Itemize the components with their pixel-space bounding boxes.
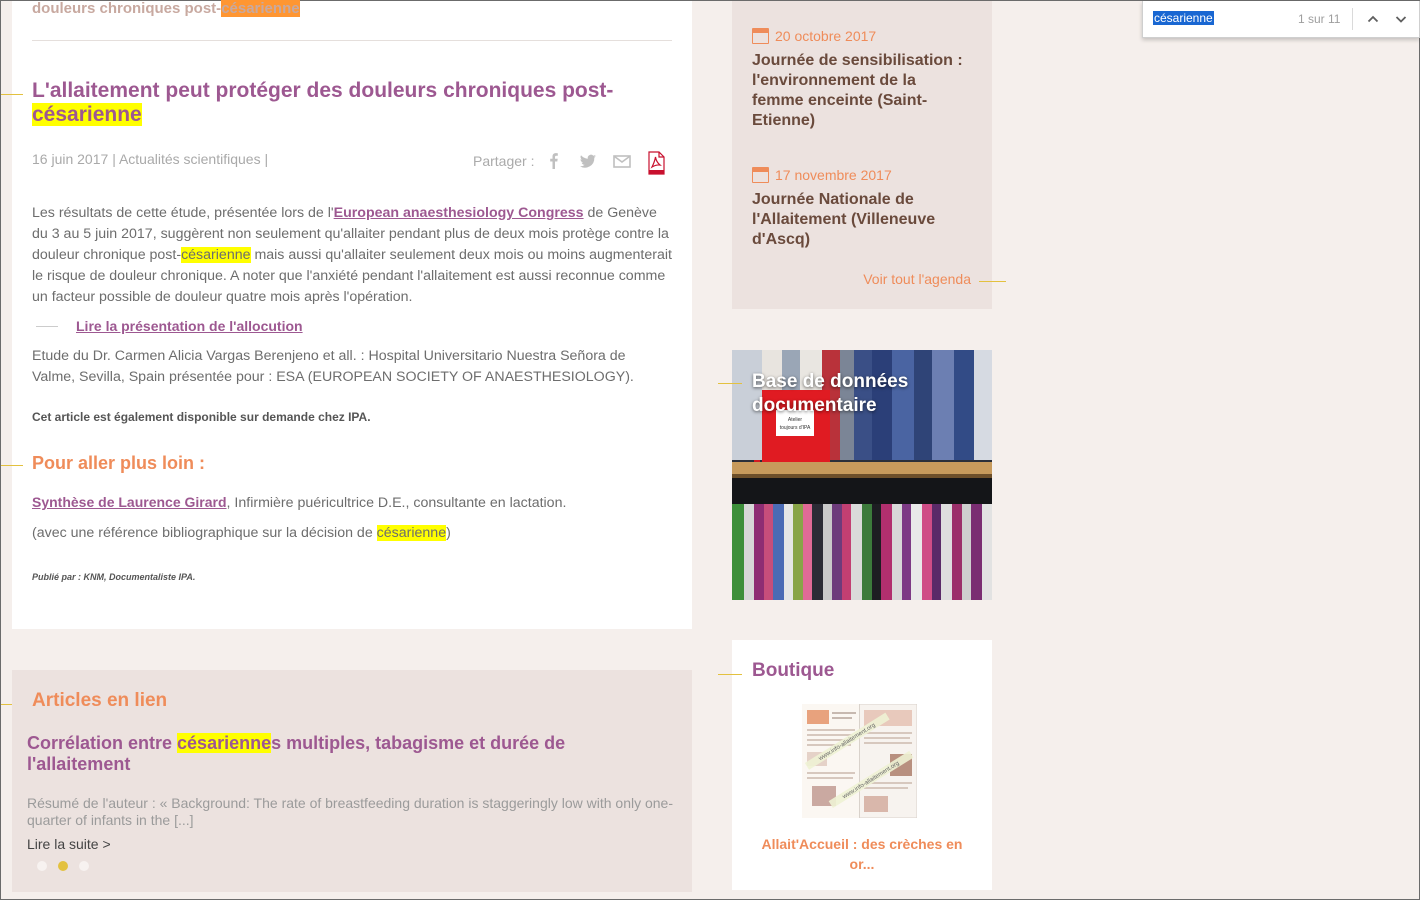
carousel-dot[interactable] bbox=[37, 861, 47, 871]
article-title: L'allaitement peut protéger des douleurs… bbox=[32, 79, 652, 127]
share-bar: Partager : bbox=[473, 151, 666, 175]
search-match: césarienne bbox=[181, 247, 251, 263]
product-name-link[interactable]: Allait'Accueil : des crèches en or... bbox=[752, 834, 972, 874]
read-link-row: Lire la présentation de l'allocution bbox=[36, 318, 303, 334]
related-title-text: Corrélation entre bbox=[27, 733, 178, 753]
meta-separator: | bbox=[112, 151, 116, 167]
related-excerpt: Résumé de l'auteur : « Background: The r… bbox=[27, 795, 674, 828]
article-body: Les résultats de cette étude, présentée … bbox=[32, 203, 672, 308]
article-date: 16 juin 2017 bbox=[32, 151, 109, 167]
author-credit: Publié par : KNM, Documentaliste IPA. bbox=[32, 572, 196, 582]
related-articles: Articles en lien Corrélation entre césar… bbox=[12, 670, 692, 892]
calendar-icon bbox=[752, 167, 769, 183]
synthesis-link[interactable]: Synthèse de Laurence Girard bbox=[32, 494, 227, 510]
boutique-panel: Boutique www.info-allaitement.org www.in… bbox=[732, 640, 992, 890]
heading-accent-line bbox=[718, 383, 742, 384]
reference-text: ) bbox=[446, 525, 451, 541]
agenda-panel: 20 octobre 2017 Journée de sensibilisati… bbox=[732, 1, 992, 309]
synthesis-line: Synthèse de Laurence Girard, Infirmière … bbox=[32, 494, 566, 511]
read-more-link[interactable]: Lire la suite > bbox=[27, 836, 111, 852]
database-title: Base de données documentaire bbox=[752, 371, 909, 416]
divider bbox=[1352, 8, 1353, 30]
reference-line: (avec une référence bibliographique sur … bbox=[32, 525, 451, 541]
chevron-down-icon[interactable] bbox=[1391, 9, 1411, 29]
previous-title: douleurs chroniques post-césarienne bbox=[32, 0, 300, 17]
search-match: césarienne bbox=[32, 103, 142, 126]
read-presentation-link[interactable]: Lire la présentation de l'allocution bbox=[76, 318, 303, 334]
heading-accent-line bbox=[1, 465, 23, 466]
twitter-icon[interactable] bbox=[578, 151, 598, 171]
body-text: Les résultats de cette étude, présentée … bbox=[32, 205, 334, 221]
congress-link[interactable]: European anaesthesiology Congress bbox=[334, 205, 584, 221]
calendar-icon bbox=[752, 28, 769, 44]
event-title[interactable]: Journée Nationale de l'Allaitement (Vill… bbox=[752, 190, 967, 250]
all-agenda-link[interactable]: Voir tout l'agenda bbox=[863, 271, 971, 287]
find-query: césarienne bbox=[1153, 11, 1214, 25]
related-heading: Articles en lien bbox=[32, 690, 168, 711]
title-accent-line bbox=[1, 94, 23, 95]
event-title[interactable]: Journée de sensibilisation : l'environne… bbox=[752, 51, 967, 131]
event-date: 20 octobre 2017 bbox=[775, 28, 877, 44]
carousel-dots bbox=[37, 861, 89, 871]
search-match-current: césarienne bbox=[221, 0, 300, 17]
heading-accent-line bbox=[718, 674, 742, 675]
chevron-up-icon[interactable] bbox=[1363, 9, 1383, 29]
share-label: Partager : bbox=[473, 153, 535, 169]
related-article-title[interactable]: Corrélation entre césariennes multiples,… bbox=[27, 733, 607, 775]
carousel-dot[interactable] bbox=[79, 861, 89, 871]
product-image[interactable]: www.info-allaitement.org www.info-allait… bbox=[802, 704, 917, 818]
svg-text:toujours d'IPA: toujours d'IPA bbox=[780, 425, 811, 431]
mail-icon[interactable] bbox=[612, 151, 632, 171]
event-date-row: 17 novembre 2017 bbox=[752, 167, 892, 183]
reference-text: (avec une référence bibliographique sur … bbox=[32, 525, 377, 541]
meta-separator: | bbox=[264, 151, 269, 167]
study-reference: Etude du Dr. Carmen Alicia Vargas Berenj… bbox=[32, 348, 634, 385]
search-match: césarienne bbox=[177, 733, 272, 753]
event-date: 17 novembre 2017 bbox=[775, 167, 892, 183]
availability-note: Cet article est également disponible sur… bbox=[32, 410, 371, 424]
database-tile[interactable]: Atelier toujours d'IPA Base de données d… bbox=[732, 350, 992, 600]
find-match-count: 1 sur 11 bbox=[1298, 12, 1341, 26]
previous-title-text: douleurs chroniques post- bbox=[32, 0, 222, 17]
article-card: douleurs chroniques post-césarienne L'al… bbox=[12, 0, 692, 629]
synthesis-description: , Infirmière puéricultrice D.E., consult… bbox=[226, 495, 567, 511]
link-accent-line bbox=[979, 281, 1006, 282]
find-input[interactable]: césarienne bbox=[1153, 11, 1214, 25]
further-reading-heading: Pour aller plus loin : bbox=[32, 453, 206, 473]
facebook-icon[interactable] bbox=[544, 151, 564, 171]
article-meta: 16 juin 2017 | Actualités scientifiques … bbox=[32, 151, 268, 167]
divider bbox=[32, 40, 672, 41]
article-category[interactable]: Actualités scientifiques bbox=[119, 151, 261, 167]
carousel-dot-active[interactable] bbox=[58, 861, 68, 871]
article-title-text: L'allaitement peut protéger des douleurs… bbox=[32, 79, 614, 102]
link-dash bbox=[36, 325, 58, 327]
find-bar: césarienne 1 sur 11 bbox=[1142, 1, 1420, 38]
search-match: césarienne bbox=[376, 525, 447, 541]
boutique-heading: Boutique bbox=[752, 660, 835, 681]
pdf-icon[interactable] bbox=[646, 151, 666, 175]
event-date-row: 20 octobre 2017 bbox=[752, 28, 876, 44]
